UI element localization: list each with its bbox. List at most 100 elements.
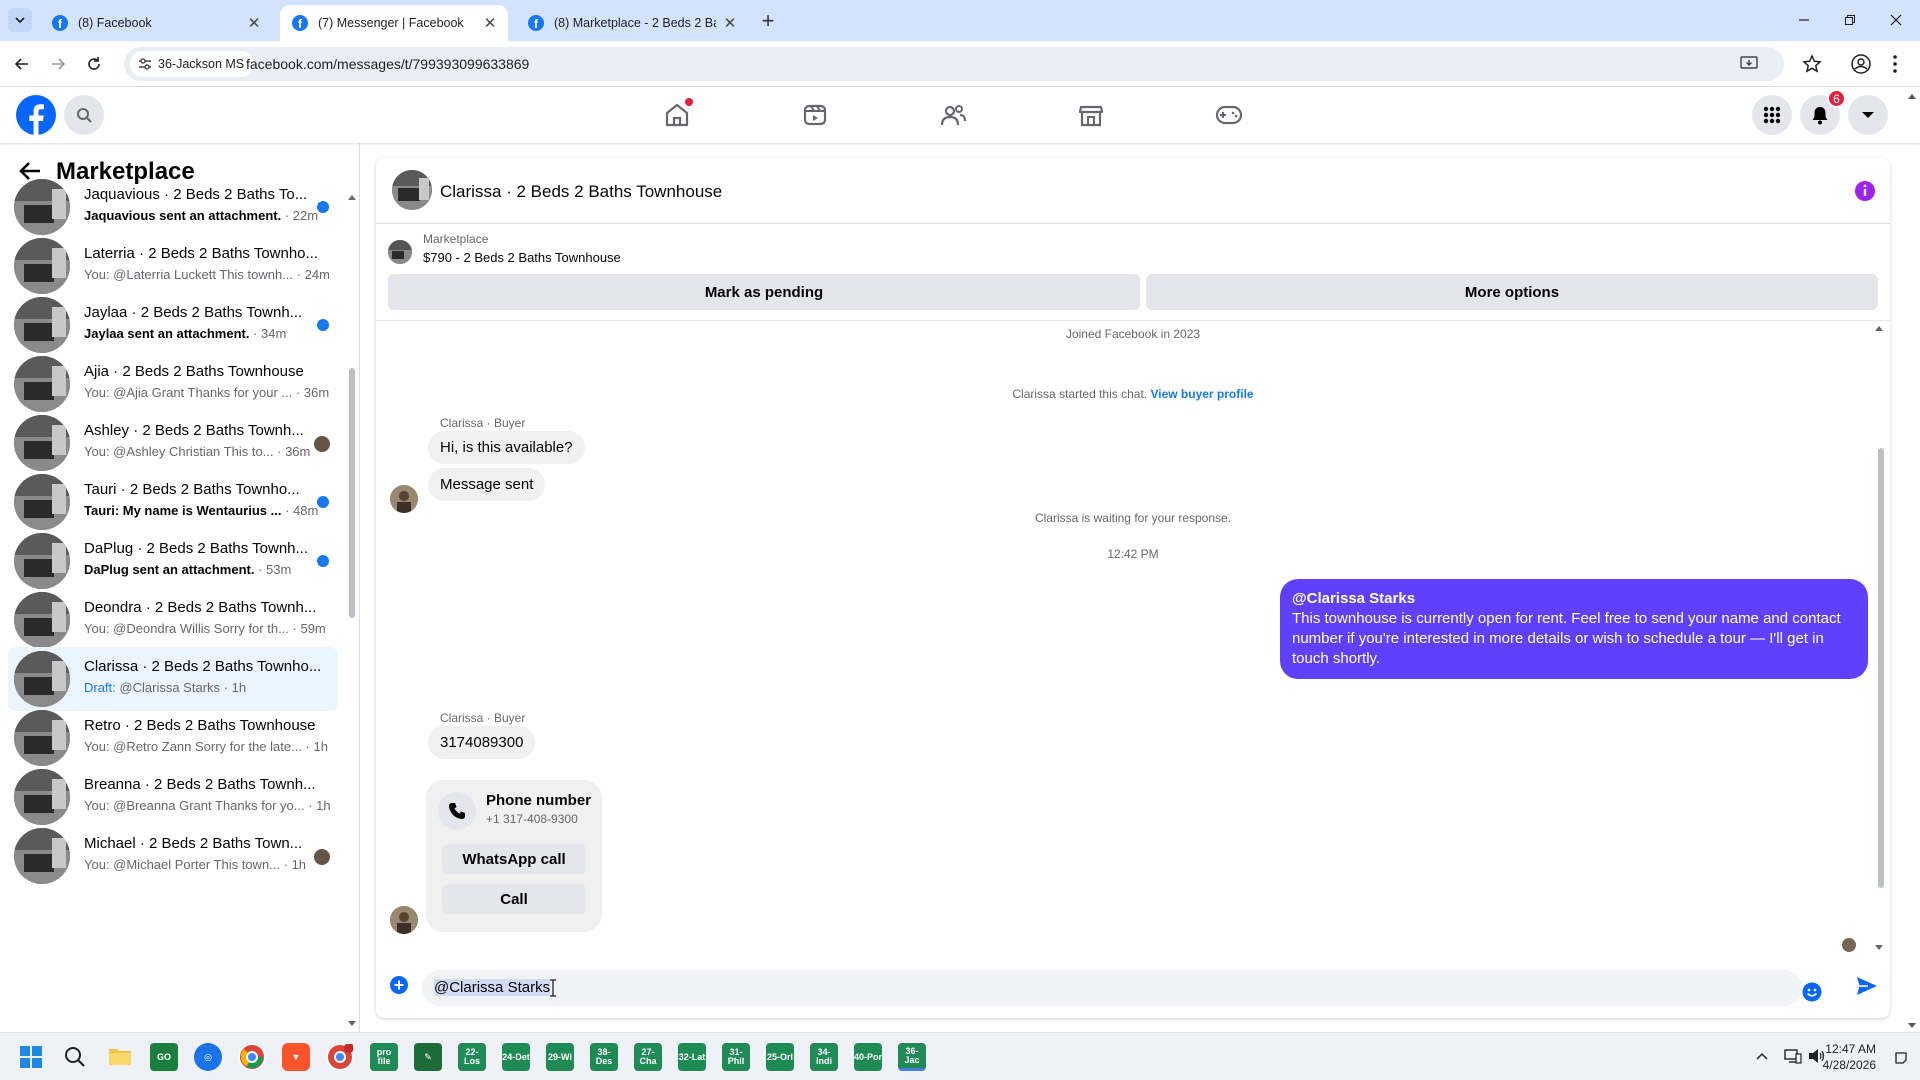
call-button[interactable]: Call (442, 884, 586, 914)
taskbar-app-22[interactable]: 22-Los (458, 1043, 486, 1071)
close-tab-icon[interactable]: ✕ (246, 14, 262, 32)
chat-avatar[interactable] (392, 170, 432, 210)
browser-tab-marketplace[interactable]: f (8) Marketplace - 2 Beds 2 Bath ✕ (516, 5, 748, 41)
install-app-icon[interactable] (1740, 56, 1758, 72)
close-tab-icon[interactable]: ✕ (722, 14, 738, 32)
taskbar-app-27[interactable]: 27-Cha (634, 1043, 662, 1071)
incoming-message[interactable]: 3174089300 (428, 726, 536, 759)
taskbar-app-icon[interactable]: pro file (370, 1043, 398, 1071)
conversation-item[interactable]: Breanna · 2 Beds 2 Baths Townh... You: @… (8, 765, 338, 829)
conversation-item[interactable]: Laterria · 2 Beds 2 Baths Townho... You:… (8, 234, 338, 298)
minimize-button[interactable] (1784, 8, 1824, 32)
page-scroll-up-icon[interactable] (1907, 92, 1917, 100)
notepad-icon[interactable]: ✎ (414, 1043, 442, 1071)
nav-gaming[interactable] (1215, 101, 1243, 129)
tray-chevron-up-icon[interactable] (1756, 1051, 1768, 1061)
mark-pending-button[interactable]: Mark as pending (388, 274, 1140, 310)
new-tab-button[interactable]: + (755, 8, 781, 34)
sidebar-scroll-up-icon[interactable] (347, 193, 357, 201)
taskbar-app-25[interactable]: 25-Orl (766, 1043, 794, 1071)
taskbar-app-24[interactable]: 24-Det (502, 1043, 530, 1071)
tray-clock[interactable]: 12:47 AM 4/28/2026 (1823, 1041, 1876, 1073)
emoji-icon[interactable] (1802, 982, 1822, 1002)
omnibox[interactable]: 36-Jackson MS facebook.com/messages/t/79… (124, 47, 1784, 81)
taskbar-app-29[interactable]: 29-Wi (546, 1043, 574, 1071)
chrome-icon[interactable] (238, 1043, 266, 1071)
notifications-button[interactable]: 6 (1800, 89, 1846, 135)
conversation-item[interactable]: Ajia · 2 Beds 2 Baths Townhouse You: @Aj… (8, 352, 338, 416)
account-button[interactable] (1848, 95, 1888, 135)
conversation-item[interactable]: Michael · 2 Beds 2 Baths Town... You: @M… (8, 824, 338, 888)
forward-button[interactable] (46, 52, 70, 76)
taskbar-app-38[interactable]: 38-Des (590, 1043, 618, 1071)
conversation-title: Breanna · 2 Beds 2 Baths Townh... (84, 776, 316, 793)
whatsapp-call-button[interactable]: WhatsApp call (442, 844, 586, 874)
back-arrow-icon[interactable] (18, 161, 42, 181)
url-text[interactable]: facebook.com/messages/t/799393099633869 (246, 56, 529, 72)
conversation-preview: Tauri: My name is Wentaurius ... (84, 503, 282, 518)
menu-button[interactable] (1752, 95, 1792, 135)
restore-button[interactable] (1830, 8, 1870, 32)
kebab-menu-icon[interactable] (1892, 54, 1898, 74)
taskbar-app-31[interactable]: 31-Phil (722, 1043, 750, 1071)
outgoing-message[interactable]: @Clarissa Starks This townhouse is curre… (1280, 579, 1868, 679)
taskbar-app-icon[interactable]: GO (150, 1043, 178, 1071)
conversation-item[interactable]: Jaylaa · 2 Beds 2 Baths Townh... Jaylaa … (8, 293, 338, 357)
chat-title[interactable]: Clarissa · 2 Beds 2 Baths Townhouse (440, 182, 722, 202)
browser-tab-facebook[interactable]: f (8) Facebook ✕ (40, 5, 272, 41)
message-input-text[interactable]: @Clarissa Starks (434, 979, 551, 996)
taskbar-app-36-active[interactable]: 36-Jac (898, 1043, 926, 1071)
message-input[interactable]: @Clarissa Starks (422, 970, 1822, 1006)
brave-icon[interactable]: ▼ (282, 1043, 310, 1071)
tab-list-button[interactable] (8, 8, 32, 32)
back-button[interactable] (10, 52, 34, 76)
conversation-item[interactable]: Ashley · 2 Beds 2 Baths Townh... You: @A… (8, 411, 338, 475)
search-button[interactable] (64, 95, 104, 135)
conversation-list: Jaquavious · 2 Beds 2 Baths To... Jaquav… (0, 179, 350, 1032)
chat-scroll-down-icon[interactable] (1874, 944, 1884, 952)
maps-app-icon[interactable]: ◎ (194, 1043, 222, 1071)
sidebar-scrollbar[interactable] (349, 368, 355, 618)
nav-marketplace[interactable] (1077, 101, 1105, 129)
profile-icon[interactable] (1850, 53, 1872, 75)
incoming-message[interactable]: Message sent (428, 468, 546, 501)
listing-summary[interactable]: Marketplace $790 - 2 Beds 2 Baths Townho… (388, 232, 1388, 272)
network-icon[interactable] (1784, 1048, 1802, 1064)
facebook-logo-icon[interactable] (16, 95, 56, 135)
taskbar-app-34[interactable]: 34-Indi (810, 1043, 838, 1071)
bookmark-star-icon[interactable] (1802, 54, 1822, 74)
incoming-message[interactable]: Hi, is this available? (428, 431, 585, 464)
search-icon[interactable] (64, 1046, 86, 1068)
nav-video[interactable] (801, 101, 829, 129)
nav-friends[interactable] (939, 101, 967, 129)
browser-tab-messenger[interactable]: f (7) Messenger | Facebook ✕ (280, 5, 508, 41)
notification-center-icon[interactable] (1894, 1051, 1908, 1065)
file-explorer-icon[interactable] (108, 1046, 132, 1066)
close-window-button[interactable] (1876, 8, 1916, 32)
more-options-button[interactable]: More options (1146, 274, 1878, 310)
plus-circle-icon[interactable] (390, 976, 408, 994)
taskbar-app-32[interactable]: 32-Lat (678, 1043, 706, 1071)
conversation-item-selected[interactable]: Clarissa · 2 Beds 2 Baths Townho... Draf… (8, 647, 338, 711)
close-tab-icon[interactable]: ✕ (482, 14, 498, 32)
info-icon[interactable] (1854, 180, 1876, 202)
windows-start-icon[interactable] (20, 1046, 42, 1068)
chat-scrollbar[interactable] (1878, 448, 1884, 888)
page-scroll-down-icon[interactable] (1907, 1022, 1917, 1030)
chat-scroll-up-icon[interactable] (1874, 324, 1884, 332)
conversation-item[interactable]: Tauri · 2 Beds 2 Baths Townho... Tauri: … (8, 470, 338, 534)
chrome-profile-icon[interactable] (326, 1043, 354, 1071)
conversation-item[interactable]: DaPlug · 2 Beds 2 Baths Townh... DaPlug … (8, 529, 338, 593)
view-buyer-profile-link[interactable]: View buyer profile (1150, 387, 1253, 401)
sidebar-scroll-down-icon[interactable] (347, 1020, 357, 1028)
nav-home[interactable] (663, 98, 693, 129)
conversation-avatar (14, 356, 70, 412)
conversation-item[interactable]: Retro · 2 Beds 2 Baths Townhouse You: @R… (8, 706, 338, 770)
reload-button[interactable] (82, 52, 106, 76)
site-info-chip[interactable]: 36-Jackson MS (130, 51, 255, 77)
conversation-item[interactable]: Jaquavious · 2 Beds 2 Baths To... Jaquav… (8, 179, 338, 239)
conversation-item[interactable]: Deondra · 2 Beds 2 Baths Townh... You: @… (8, 588, 338, 652)
message-thread: Joined Facebook in 2023 Clarissa started… (376, 320, 1890, 918)
taskbar-app-40[interactable]: 40-Por (854, 1043, 882, 1071)
send-icon[interactable] (1856, 976, 1878, 996)
